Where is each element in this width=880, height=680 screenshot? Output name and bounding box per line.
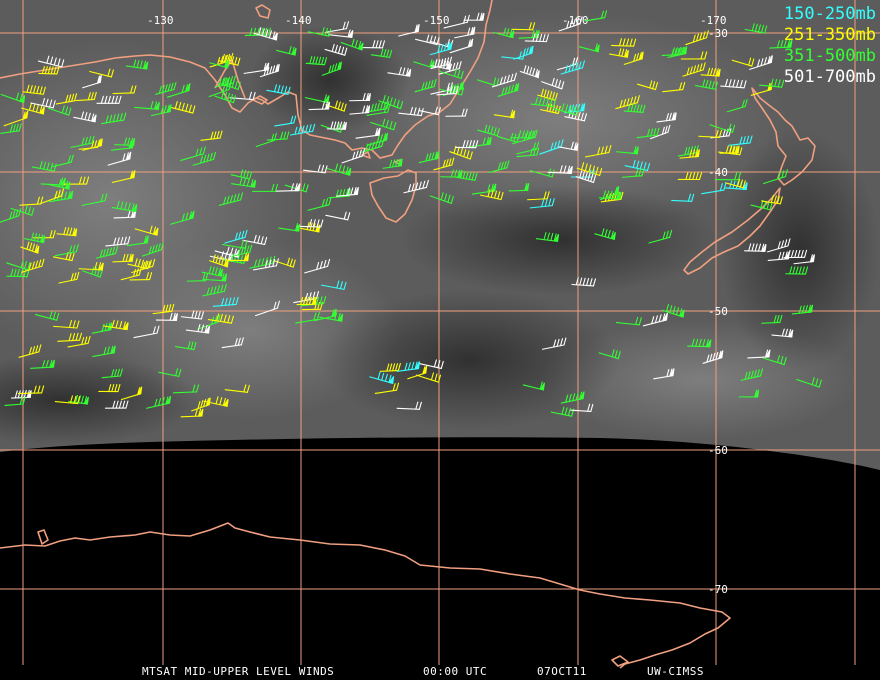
data-source: UW-CIMSS	[647, 665, 704, 678]
legend-entry-251-350: 251-350mb	[783, 25, 876, 45]
lat-label: -50	[708, 305, 728, 318]
antarctica-coastline	[0, 522, 731, 669]
product-name: MTSAT MID-UPPER LEVEL WINDS	[142, 665, 335, 678]
legend-entry-501-700: 501-700mb	[783, 67, 876, 87]
lon-label: -150	[423, 14, 450, 27]
lat-label: -30	[708, 27, 728, 40]
legend-entry-351-500: 351-500mb	[783, 46, 876, 66]
lon-label: -130	[147, 14, 174, 27]
lat-label: -70	[708, 583, 728, 596]
valid-time: 00:00 UTC	[423, 665, 488, 678]
lat-label: -40	[708, 166, 728, 179]
satellite-wind-map: -130 -140 -150 -160 -170 -30 -40 -50 -60…	[0, 0, 880, 680]
footer-bar: MTSAT MID-UPPER LEVEL WINDS 00:00 UTC 07…	[0, 665, 880, 679]
legend-entry-150-250: 150-250mb	[783, 4, 876, 24]
lon-label: -170	[700, 14, 727, 27]
map-canvas: -130 -140 -150 -160 -170 -30 -40 -50 -60…	[0, 0, 880, 669]
pressure-legend: 150-250mb 251-350mb 351-500mb 501-700mb	[784, 4, 876, 88]
lon-label: -140	[285, 14, 312, 27]
valid-date: 07OCT11	[537, 665, 587, 678]
antarctic-peninsula-islands	[37, 529, 629, 667]
lat-label: -60	[708, 444, 728, 457]
